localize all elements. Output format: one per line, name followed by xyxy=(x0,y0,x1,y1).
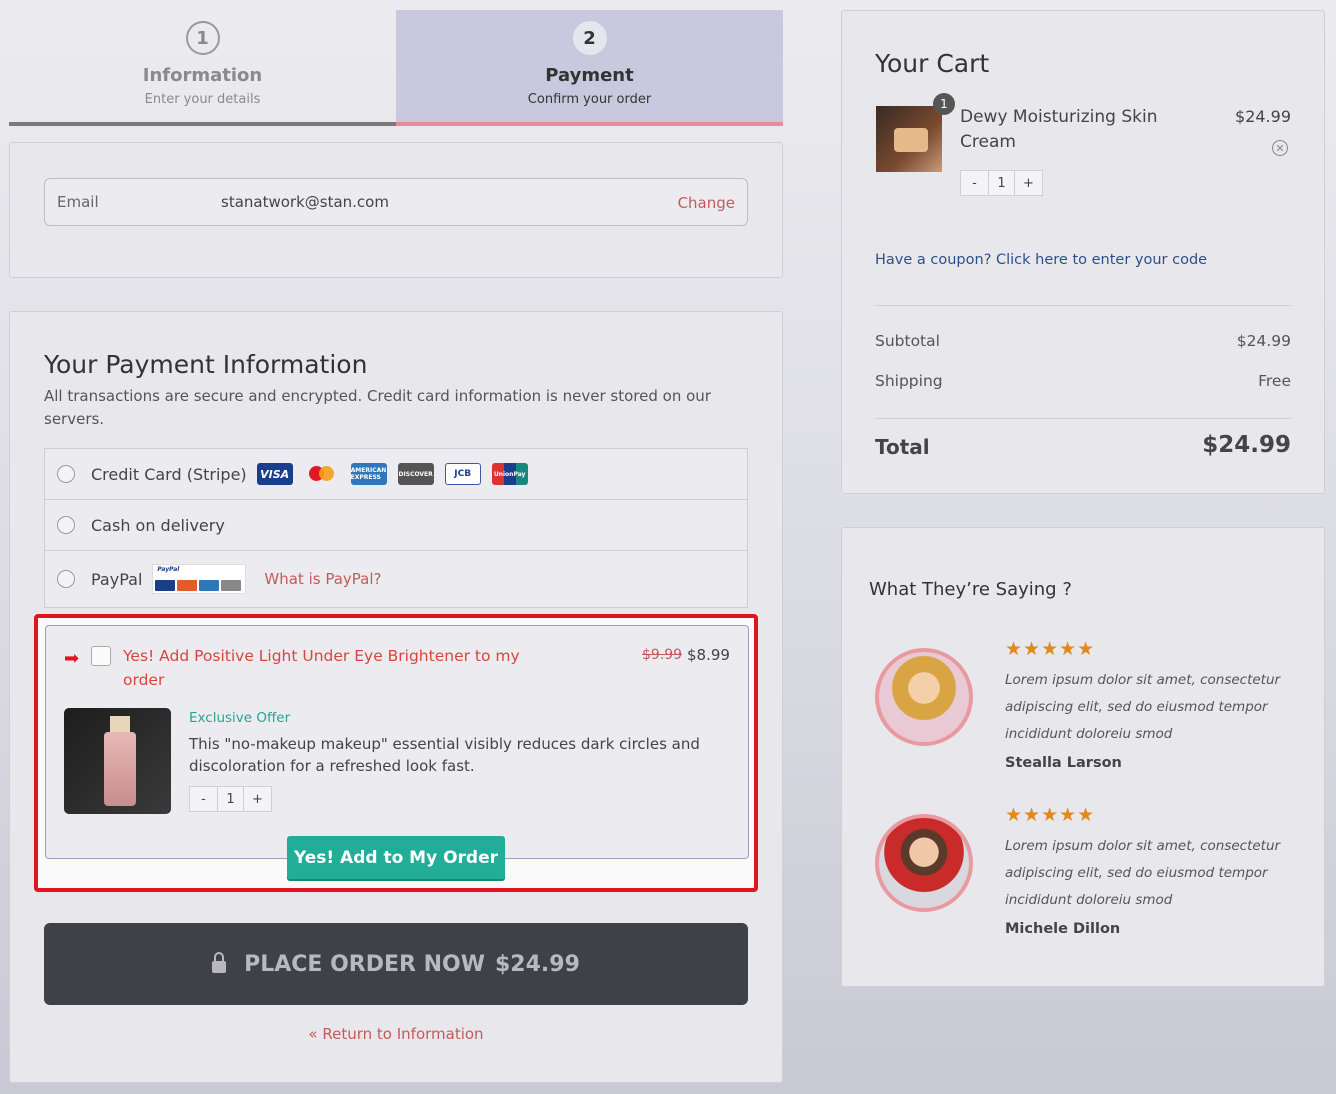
payment-description: All transactions are secure and encrypte… xyxy=(44,387,711,428)
change-email-link[interactable]: Change xyxy=(678,194,735,212)
upsell-new-price: $8.99 xyxy=(687,646,730,664)
divider xyxy=(875,418,1291,419)
upsell-offer: ➡ Yes! Add Positive Light Under Eye Brig… xyxy=(45,625,749,859)
what-is-paypal-link[interactable]: What is PayPal? xyxy=(264,570,381,588)
upsell-title[interactable]: Yes! Add Positive Light Under Eye Bright… xyxy=(123,644,553,692)
divider xyxy=(875,305,1291,306)
payment-methods: Credit Card (Stripe) VISA AMERICAN EXPRE… xyxy=(44,448,748,608)
shipping-value: Free xyxy=(1258,372,1291,390)
method-credit-card[interactable]: Credit Card (Stripe) VISA AMERICAN EXPRE… xyxy=(45,449,747,500)
checkout-steps: 1 Information Enter your details 2 Payme… xyxy=(9,10,783,126)
unionpay-card-icon: UnionPay xyxy=(491,463,528,485)
testimonial-quote: Lorem ipsum dolor sit amet, consectetur … xyxy=(1005,838,1281,908)
qty-minus-button[interactable]: - xyxy=(190,787,217,811)
cart-quantity-stepper: - 1 + xyxy=(960,170,1043,196)
paypal-radio[interactable] xyxy=(57,570,75,588)
cart-title: Your Cart xyxy=(875,49,990,78)
discover-card-icon: DISCOVER xyxy=(397,463,434,485)
method-label: PayPal xyxy=(91,569,143,589)
avatar xyxy=(875,648,973,746)
cart-item-price: $24.99 xyxy=(1235,107,1291,126)
email-value: stanatwork@stan.com xyxy=(221,193,389,211)
avatar xyxy=(875,814,973,912)
subtotal-value: $24.99 xyxy=(1236,332,1291,350)
qty-value[interactable]: 1 xyxy=(988,171,1015,195)
email-summary: Email stanatwork@stan.com Change xyxy=(44,178,748,226)
testimonials-title: What They’re Saying ? xyxy=(869,579,1072,600)
contact-panel: Email stanatwork@stan.com Change xyxy=(9,142,783,278)
rating-stars: ★★★★★ xyxy=(1005,638,1096,660)
place-order-price: $24.99 xyxy=(495,951,580,977)
visa-card-icon: VISA xyxy=(256,463,293,485)
rating-stars: ★★★★★ xyxy=(1005,804,1096,826)
upsell-old-price: $9.99 xyxy=(642,647,683,663)
paypal-logo-icon: PayPal xyxy=(152,564,247,594)
testimonial-quote: Lorem ipsum dolor sit amet, consectetur … xyxy=(1005,672,1281,742)
arrow-right-icon: ➡ xyxy=(64,648,80,669)
step-number: 1 xyxy=(185,21,220,55)
upsell-highlight: ➡ Yes! Add Positive Light Under Eye Brig… xyxy=(34,614,758,892)
mastercard-icon xyxy=(304,463,340,485)
testimonials-panel: What They’re Saying ? ★★★★★ Lorem ipsum … xyxy=(841,527,1325,987)
testimonial-author: Michele Dillon xyxy=(1005,921,1121,937)
shipping-label: Shipping xyxy=(875,372,943,390)
exclusive-offer-label: Exclusive Offer xyxy=(189,710,291,726)
step-information[interactable]: 1 Information Enter your details xyxy=(9,10,396,126)
method-label: Credit Card (Stripe) xyxy=(91,464,247,484)
upsell-product-image xyxy=(64,708,171,814)
cart-product-image xyxy=(876,106,942,172)
total-value: $24.99 xyxy=(1202,432,1291,458)
upsell-description: This "no-makeup makeup" essential visibl… xyxy=(189,735,700,775)
place-order-button[interactable]: PLACE ORDER NOW $24.99 xyxy=(44,923,748,1005)
step-subtitle: Enter your details xyxy=(144,92,261,107)
method-paypal[interactable]: PayPal PayPal What is PayPal? xyxy=(45,551,747,607)
step-number: 2 xyxy=(572,21,607,55)
credit-card-radio[interactable] xyxy=(57,465,75,483)
qty-value[interactable]: 1 xyxy=(217,787,244,811)
cart-item-quantity-badge: 1 xyxy=(933,93,955,115)
upsell-quantity-stepper: - 1 + xyxy=(189,786,272,812)
place-order-label: PLACE ORDER NOW xyxy=(244,951,485,977)
payment-title: Your Payment Information xyxy=(44,350,368,379)
email-label: Email xyxy=(57,193,99,211)
return-to-information-link[interactable]: « Return to Information xyxy=(44,1025,748,1043)
cod-radio[interactable] xyxy=(57,516,75,534)
step-payment[interactable]: 2 Payment Confirm your order xyxy=(396,10,783,126)
method-cash-on-delivery[interactable]: Cash on delivery xyxy=(45,500,747,551)
cart-panel: Your Cart 1 Dewy Moisturizing Skin Cream… xyxy=(841,10,1325,494)
step-title: Information xyxy=(142,65,263,86)
upsell-checkbox[interactable] xyxy=(91,646,111,666)
subtotal-label: Subtotal xyxy=(875,332,940,350)
lock-icon xyxy=(212,951,227,973)
remove-item-icon[interactable]: ✕ xyxy=(1272,140,1288,156)
qty-plus-button[interactable]: + xyxy=(244,787,271,811)
qty-plus-button[interactable]: + xyxy=(1015,171,1042,195)
coupon-link[interactable]: Have a coupon? Click here to enter your … xyxy=(875,252,1207,268)
qty-minus-button[interactable]: - xyxy=(961,171,988,195)
total-label: Total xyxy=(875,435,930,459)
testimonial-author: Stealla Larson xyxy=(1005,755,1122,771)
cart-item-name: Dewy Moisturizing Skin Cream xyxy=(960,107,1158,152)
step-title: Payment xyxy=(545,65,634,86)
step-subtitle: Confirm your order xyxy=(527,92,652,107)
jcb-card-icon: JCB xyxy=(444,463,481,485)
add-to-order-button[interactable]: Yes! Add to My Order xyxy=(287,836,505,879)
method-label: Cash on delivery xyxy=(91,515,225,535)
amex-card-icon: AMERICAN EXPRESS xyxy=(350,463,387,485)
